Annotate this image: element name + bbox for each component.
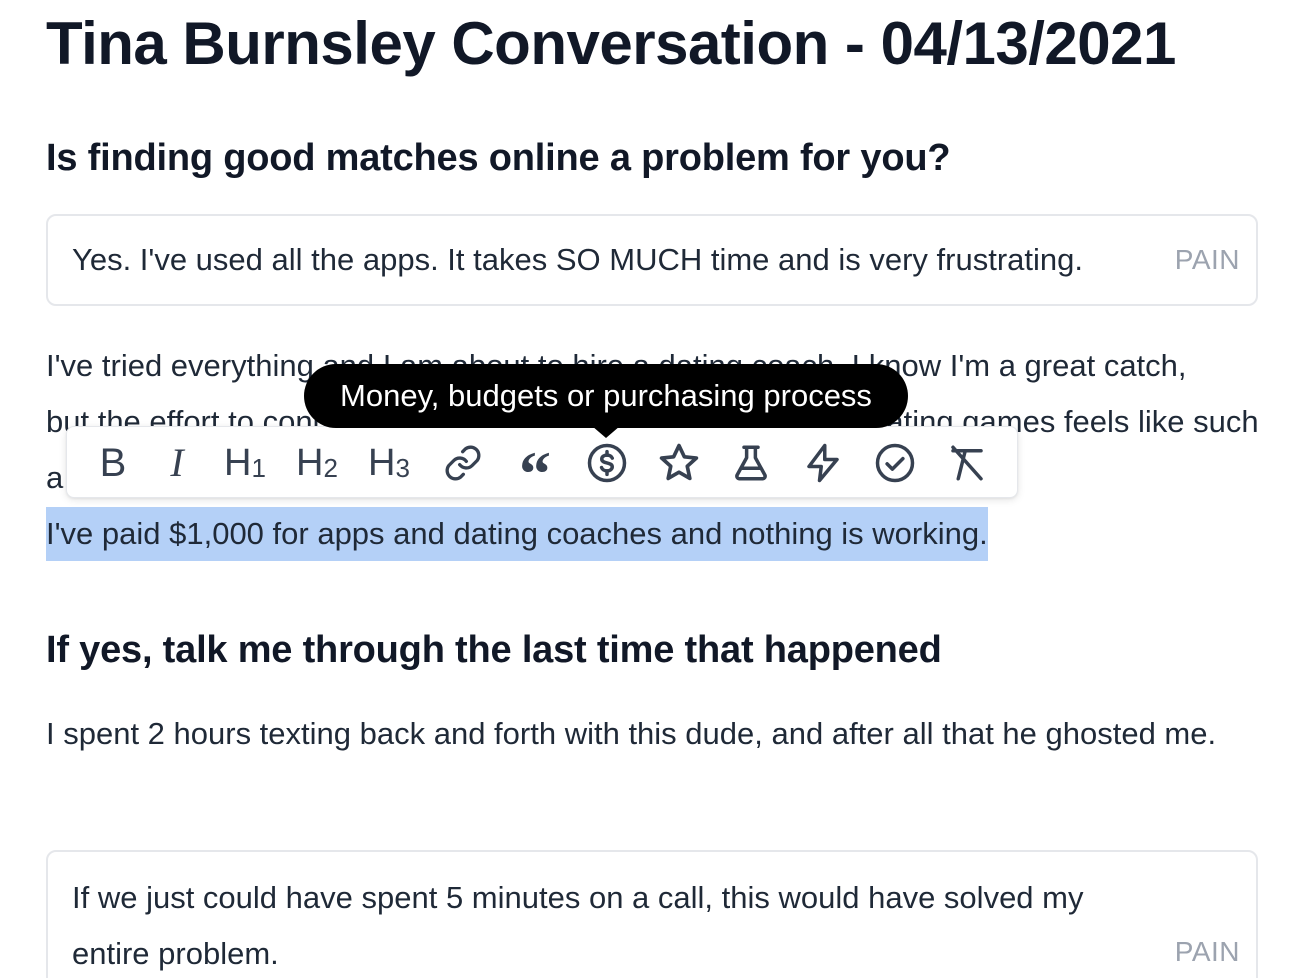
flask-icon (735, 445, 767, 481)
clear-format-button[interactable] (939, 439, 995, 487)
quote-icon: “ (519, 438, 551, 509)
check-button[interactable] (867, 439, 923, 487)
money-button[interactable] (579, 439, 635, 487)
editor-page: Tina Burnsley Conversation - 04/13/2021 … (0, 0, 1312, 978)
lightning-button[interactable] (795, 439, 851, 487)
bold-button[interactable]: B (85, 439, 141, 487)
format-toolbar: B I H1 H2 H3 “ (66, 426, 1018, 506)
tooltip-arrow (592, 426, 620, 438)
star-button[interactable] (651, 439, 707, 487)
pain-tag[interactable]: PAIN (1175, 244, 1240, 276)
clear-format-icon (951, 445, 983, 481)
quote-button[interactable]: “ (507, 439, 563, 506)
link-button[interactable] (435, 439, 491, 487)
star-icon (659, 443, 699, 481)
tooltip: Money, budgets or purchasing process (304, 364, 908, 428)
quote-text[interactable]: If we just could have spent 5 minutes on… (72, 870, 1162, 978)
bold-icon: B (99, 441, 127, 485)
heading-2-button[interactable]: H2 (289, 439, 345, 487)
answer-paragraph[interactable]: I spent 2 hours texting back and forth w… (46, 706, 1266, 762)
question-heading[interactable]: Is finding good matches online a problem… (46, 134, 951, 182)
quote-text[interactable]: Yes. I've used all the apps. It takes SO… (72, 232, 1083, 288)
check-circle-icon (875, 443, 915, 483)
experiment-button[interactable] (723, 439, 779, 487)
italic-icon: I (170, 440, 184, 485)
heading-2-icon: H2 (296, 441, 338, 484)
quote-block[interactable]: If we just could have spent 5 minutes on… (46, 850, 1258, 978)
italic-button[interactable]: I (149, 439, 205, 487)
lightning-icon (807, 443, 839, 483)
heading-1-button[interactable]: H1 (217, 439, 273, 487)
dollar-circle-icon (587, 443, 627, 483)
pain-tag[interactable]: PAIN (1175, 936, 1240, 968)
quote-block[interactable]: Yes. I've used all the apps. It takes SO… (46, 214, 1258, 306)
selected-text[interactable]: I've paid $1,000 for apps and dating coa… (46, 507, 988, 561)
link-icon (445, 445, 481, 481)
heading-3-button[interactable]: H3 (361, 439, 417, 487)
heading-3-icon: H3 (368, 441, 410, 484)
page-title: Tina Burnsley Conversation - 04/13/2021 (46, 10, 1176, 77)
heading-1-icon: H1 (224, 441, 266, 484)
question-heading[interactable]: If yes, talk me through the last time th… (46, 626, 942, 674)
